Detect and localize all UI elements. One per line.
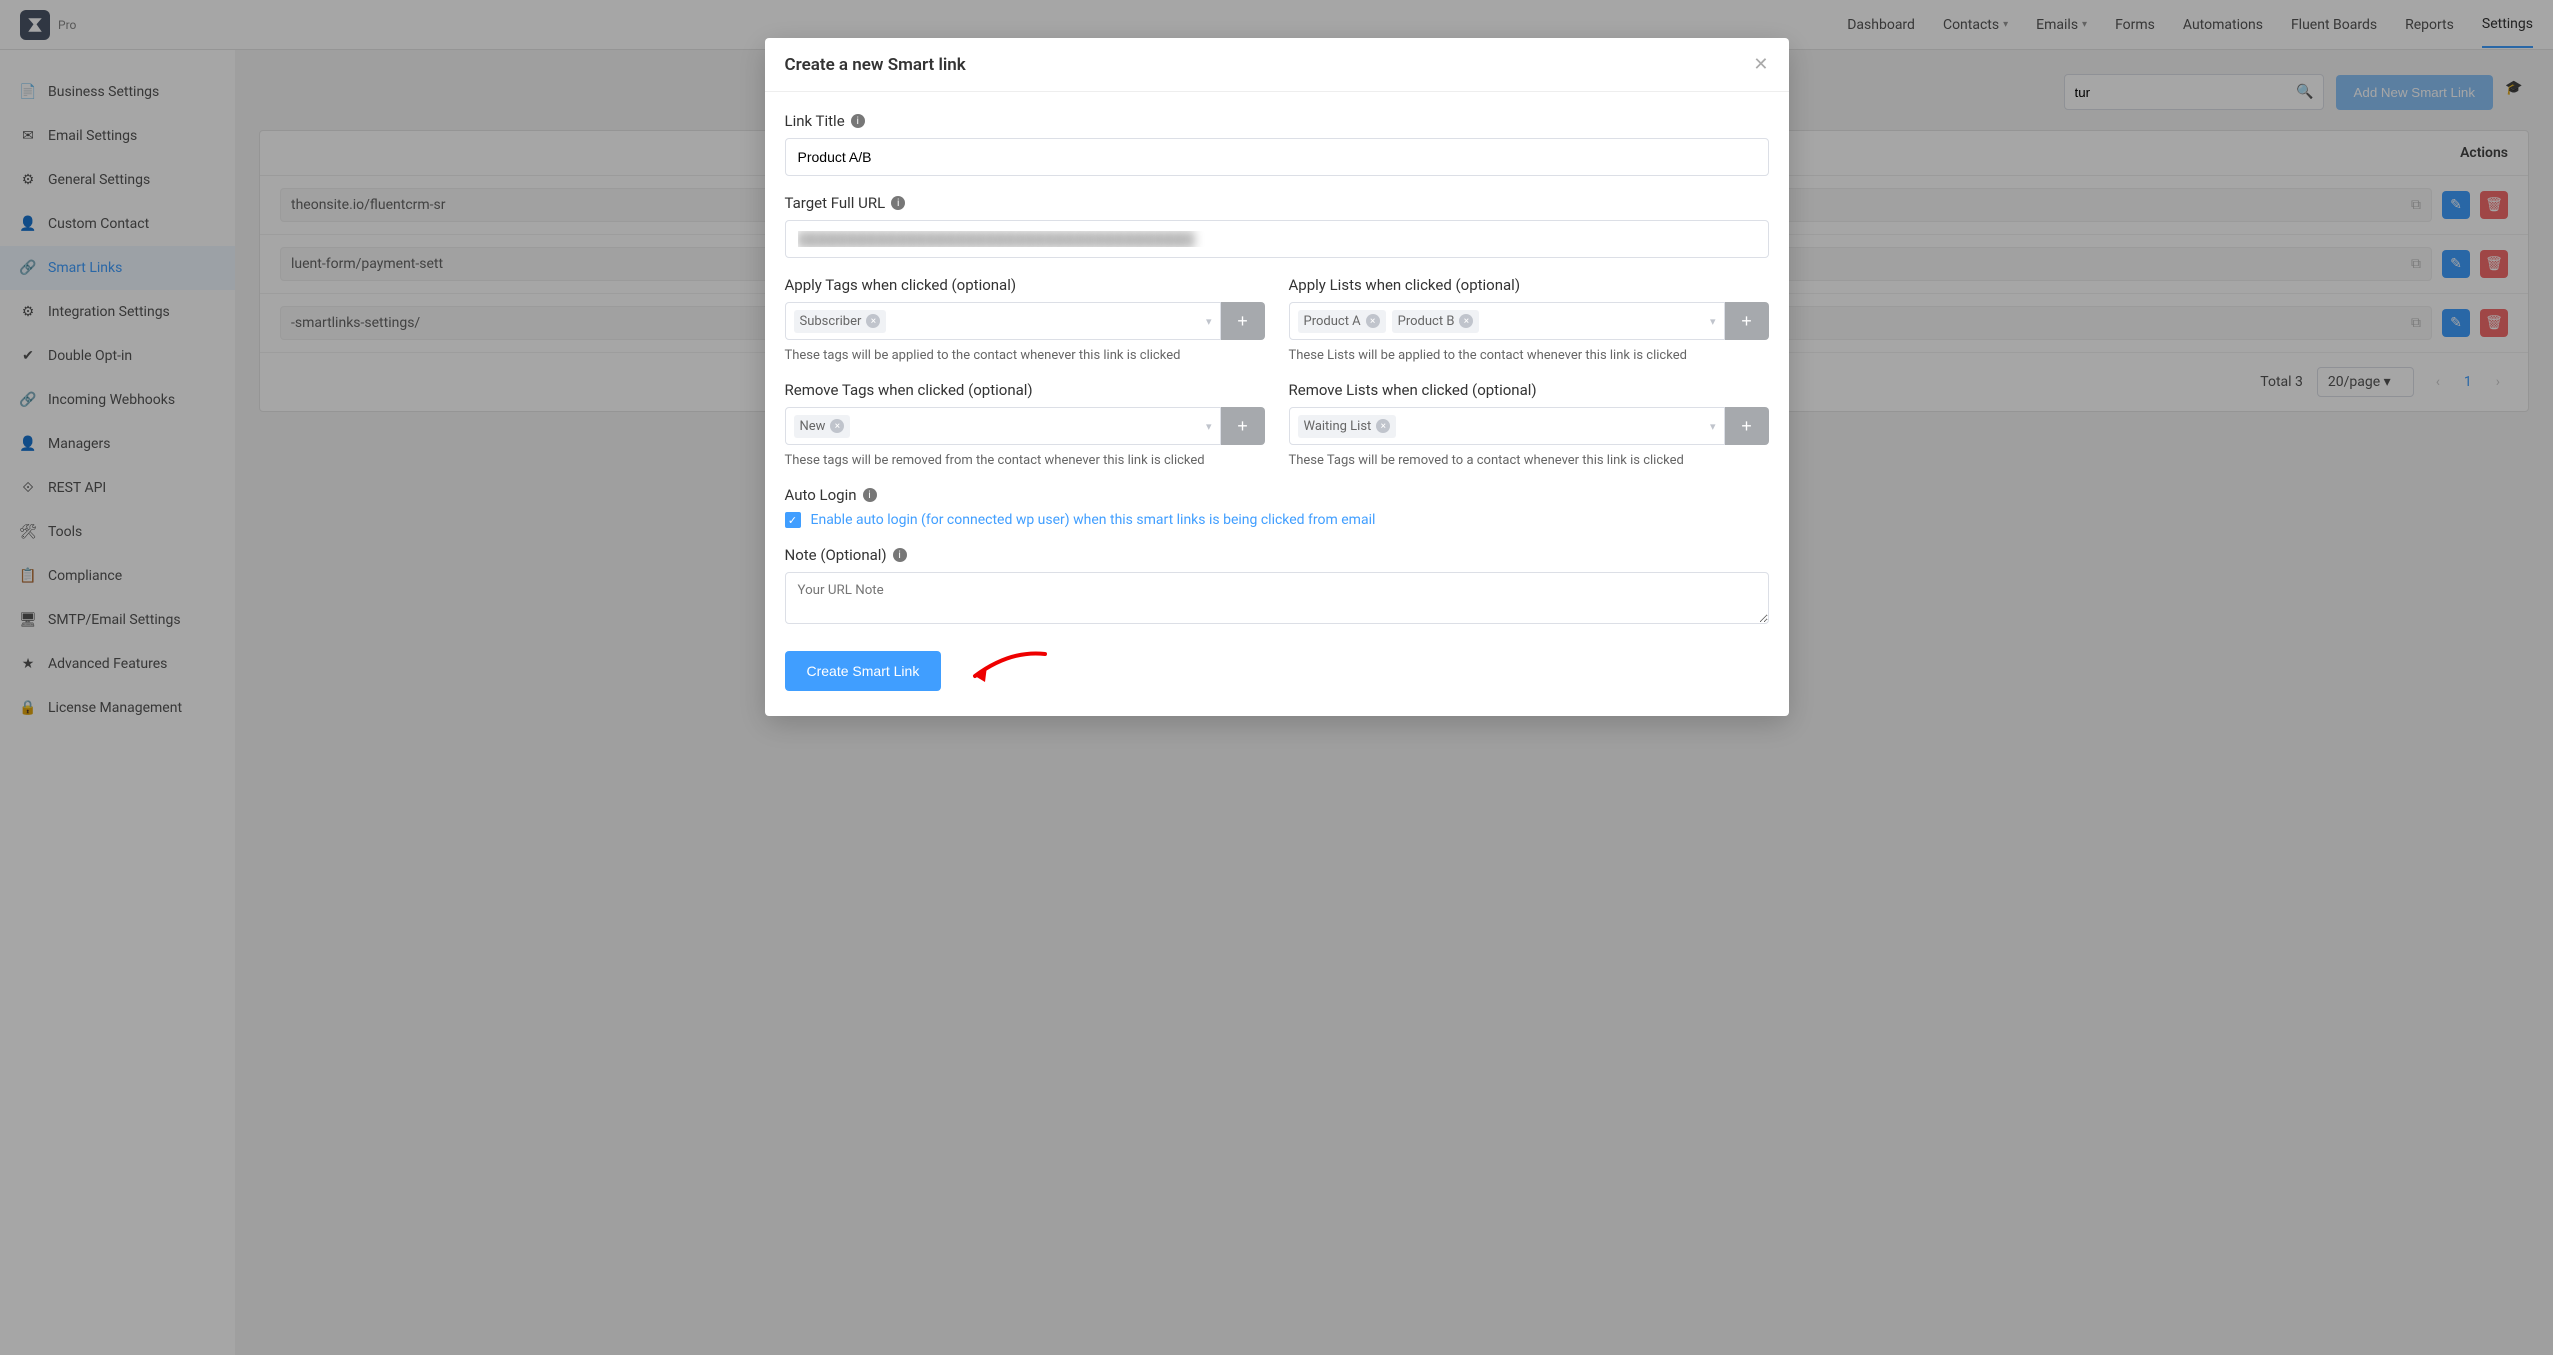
info-icon[interactable]: i — [893, 548, 907, 562]
link-title-input[interactable] — [785, 138, 1769, 176]
tag-chip: Product A× — [1298, 310, 1386, 333]
info-icon[interactable]: i — [863, 488, 877, 502]
tag-chip: Waiting List× — [1298, 415, 1397, 438]
chevron-down-icon: ▾ — [1206, 420, 1212, 433]
add-list-button[interactable]: + — [1725, 302, 1769, 340]
remove-tag-icon[interactable]: × — [1376, 419, 1390, 433]
apply-lists-hint: These Lists will be applied to the conta… — [1289, 348, 1769, 363]
modal-title: Create a new Smart link — [785, 55, 966, 75]
remove-tag-icon[interactable]: × — [1459, 314, 1473, 328]
remove-tag-icon[interactable]: × — [866, 314, 880, 328]
remove-tag-icon[interactable]: × — [1366, 314, 1380, 328]
note-textarea[interactable] — [785, 572, 1769, 624]
link-title-label: Link Title — [785, 112, 845, 130]
remove-tags-label: Remove Tags when clicked (optional) — [785, 381, 1265, 399]
remove-lists-label: Remove Lists when clicked (optional) — [1289, 381, 1769, 399]
modal-overlay: Create a new Smart link ✕ Link Title i Ta… — [0, 0, 2553, 1355]
chevron-down-icon: ▾ — [1206, 315, 1212, 328]
tag-chip: New× — [794, 415, 851, 438]
tag-chip: Subscriber× — [794, 310, 887, 333]
info-icon[interactable]: i — [851, 114, 865, 128]
remove-lists-hint: These Tags will be removed to a contact … — [1289, 453, 1769, 468]
remove-tags-select[interactable]: New× ▾ — [785, 407, 1221, 445]
chevron-down-icon: ▾ — [1710, 315, 1716, 328]
remove-tag-icon[interactable]: × — [830, 419, 844, 433]
tag-chip: Product B× — [1392, 310, 1480, 333]
target-url-label: Target Full URL — [785, 194, 886, 212]
info-icon[interactable]: i — [891, 196, 905, 210]
remove-lists-select[interactable]: Waiting List× ▾ — [1289, 407, 1725, 445]
apply-tags-select[interactable]: Subscriber× ▾ — [785, 302, 1221, 340]
create-smart-link-button[interactable]: Create Smart Link — [785, 651, 942, 691]
chevron-down-icon: ▾ — [1710, 420, 1716, 433]
apply-lists-select[interactable]: Product A× Product B× ▾ — [1289, 302, 1725, 340]
apply-tags-label: Apply Tags when clicked (optional) — [785, 276, 1265, 294]
remove-tags-hint: These tags will be removed from the cont… — [785, 453, 1265, 468]
create-smart-link-modal: Create a new Smart link ✕ Link Title i Ta… — [765, 38, 1789, 716]
auto-login-checkbox-label[interactable]: Enable auto login (for connected wp user… — [811, 512, 1376, 528]
apply-tags-hint: These tags will be applied to the contac… — [785, 348, 1265, 363]
close-icon[interactable]: ✕ — [1753, 54, 1768, 75]
note-label: Note (Optional) — [785, 546, 887, 564]
auto-login-checkbox[interactable]: ✓ — [785, 512, 801, 528]
add-tag-button[interactable]: + — [1221, 407, 1265, 445]
add-tag-button[interactable]: + — [1221, 302, 1265, 340]
auto-login-label: Auto Login — [785, 486, 857, 504]
add-list-button[interactable]: + — [1725, 407, 1769, 445]
target-url-input[interactable] — [785, 220, 1769, 258]
apply-lists-label: Apply Lists when clicked (optional) — [1289, 276, 1769, 294]
annotation-arrow — [955, 646, 1055, 696]
